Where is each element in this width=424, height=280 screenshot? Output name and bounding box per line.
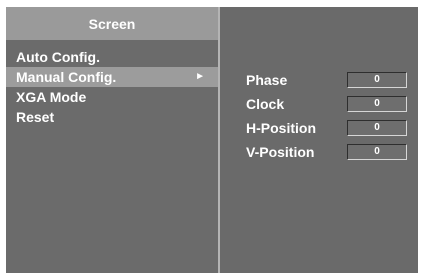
submenu-panel: Phase 0 Clock 0 H-Position 0 V-Position …	[220, 7, 418, 273]
manual-config-params: Phase 0 Clock 0 H-Position 0 V-Position …	[246, 69, 421, 165]
menu-item-label: XGA Mode	[16, 89, 87, 105]
phase-value-field[interactable]: 0	[347, 72, 407, 88]
menu-item-xga-mode[interactable]: XGA Mode	[6, 87, 218, 107]
clock-value-field[interactable]: 0	[347, 96, 407, 112]
menu-list: Auto Config. Manual Config. ► XGA Mode R…	[6, 47, 218, 127]
submenu-arrow-icon: ►	[195, 71, 205, 82]
main-menu-panel: Screen Auto Config. Manual Config. ► XGA…	[6, 7, 218, 273]
menu-item-label: Auto Config.	[16, 49, 100, 65]
param-row-phase[interactable]: Phase 0	[246, 69, 421, 93]
h-position-value-field[interactable]: 0	[347, 120, 407, 136]
menu-title: Screen	[6, 7, 218, 40]
param-label: V-Position	[246, 144, 315, 160]
param-label: Clock	[246, 96, 285, 112]
menu-item-reset[interactable]: Reset	[6, 107, 218, 127]
menu-item-label: Manual Config.	[16, 69, 117, 85]
param-row-clock[interactable]: Clock 0	[246, 93, 421, 117]
menu-item-label: Reset	[16, 109, 55, 125]
param-row-h-position[interactable]: H-Position 0	[246, 117, 421, 141]
param-row-v-position[interactable]: V-Position 0	[246, 141, 421, 165]
osd-menu: Screen Auto Config. Manual Config. ► XGA…	[6, 7, 418, 273]
param-label: Phase	[246, 72, 288, 88]
param-label: H-Position	[246, 120, 316, 136]
menu-item-manual-config[interactable]: Manual Config. ►	[6, 67, 218, 87]
v-position-value-field[interactable]: 0	[347, 144, 407, 160]
menu-item-auto-config[interactable]: Auto Config.	[6, 47, 218, 67]
